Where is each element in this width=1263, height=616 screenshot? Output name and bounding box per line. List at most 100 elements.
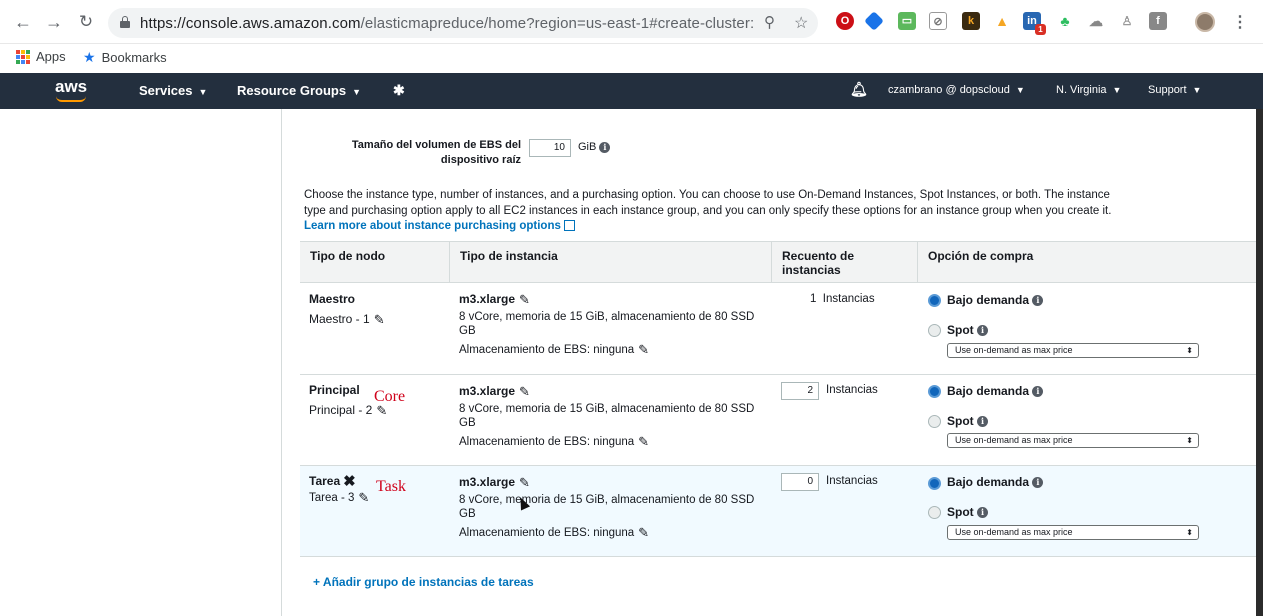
node-name: Tarea bbox=[309, 474, 341, 488]
instance-type: m3.xlarge bbox=[459, 475, 516, 489]
pencil-icon[interactable]: ✎ bbox=[638, 435, 649, 449]
max-price-select[interactable]: Use on-demand as max price ⬍ bbox=[947, 343, 1199, 358]
info-icon[interactable]: i bbox=[1032, 295, 1044, 307]
content-divider bbox=[281, 109, 282, 616]
spot-radio[interactable] bbox=[928, 506, 941, 519]
pencil-icon[interactable]: ✎ bbox=[358, 491, 369, 505]
select-arrows-icon: ⬍ bbox=[1186, 436, 1193, 445]
bookmark-star-icon[interactable]: ☆ bbox=[794, 13, 808, 33]
instance-desc: 8 vCore, memoria de 15 GiB, almacenamien… bbox=[459, 403, 755, 429]
ebs-storage: Almacenamiento de EBS: ninguna bbox=[459, 436, 635, 449]
region-menu[interactable]: N. Virginia ▼ bbox=[1056, 84, 1121, 96]
triangle-extension-icon[interactable]: ▲ bbox=[993, 12, 1011, 30]
max-price-select[interactable]: Use on-demand as max price ⬍ bbox=[947, 433, 1199, 448]
info-icon[interactable]: i bbox=[977, 507, 989, 519]
instance-count-unit: Instancias bbox=[822, 293, 875, 305]
shield-extension-icon[interactable]: ⊘ bbox=[929, 12, 947, 30]
evernote-extension-icon[interactable]: ♣ bbox=[1056, 12, 1074, 30]
services-menu[interactable]: Services ▼ bbox=[139, 83, 207, 98]
browser-menu-icon[interactable]: ⋮ bbox=[1232, 12, 1248, 32]
select-arrows-icon: ⬍ bbox=[1186, 346, 1193, 355]
zoom-icon[interactable]: ⚲ bbox=[764, 13, 775, 31]
spot-radio[interactable] bbox=[928, 415, 941, 428]
resource-groups-menu[interactable]: Resource Groups ▼ bbox=[237, 83, 361, 98]
external-link-icon[interactable] bbox=[563, 220, 575, 232]
core-annotation: Core bbox=[374, 388, 406, 405]
header-node-type: Tipo de nodo bbox=[310, 249, 386, 263]
chevron-down-icon: ▼ bbox=[1015, 85, 1025, 95]
instance-desc: 8 vCore, memoria de 15 GiB, almacenamien… bbox=[459, 494, 755, 520]
opera-extension-icon[interactable]: O bbox=[836, 12, 854, 30]
chevron-down-icon: ▼ bbox=[1112, 85, 1122, 95]
ondemand-radio[interactable] bbox=[928, 477, 941, 490]
bookmarks-bar: Apps ★ Bookmarks bbox=[0, 44, 1263, 73]
info-icon[interactable]: i bbox=[977, 325, 989, 337]
pencil-icon[interactable]: ✎ bbox=[519, 384, 530, 399]
learn-more-link[interactable]: Learn more about instance purchasing opt… bbox=[304, 220, 561, 232]
k-extension-icon[interactable]: k bbox=[962, 12, 980, 30]
bookmarks-folder[interactable]: ★ Bookmarks bbox=[83, 49, 167, 66]
info-icon[interactable]: i bbox=[599, 141, 611, 153]
bell-icon[interactable]: 🔔︎ bbox=[850, 81, 868, 98]
window-edge bbox=[1256, 109, 1263, 616]
instance-count-unit: Instancias bbox=[826, 475, 878, 487]
header-instance-type: Tipo de instancia bbox=[460, 249, 558, 263]
ebs-volume-label: Tamaño del volumen de EBS del dispositiv… bbox=[351, 139, 521, 166]
chevron-down-icon: ▼ bbox=[352, 87, 362, 97]
cloud-extension-icon[interactable]: ☁ bbox=[1087, 12, 1105, 30]
lock-icon bbox=[120, 16, 130, 28]
profile-avatar[interactable] bbox=[1195, 12, 1215, 32]
reload-icon[interactable]: ↻ bbox=[75, 11, 97, 33]
table-row: Tarea ✖ Tarea - 3 ✎ Task m3.xlarge ✎ 8 vCor… bbox=[300, 466, 1256, 557]
forward-arrow-icon[interactable]: → bbox=[43, 11, 65, 33]
inbox-extension-icon[interactable]: ▭ bbox=[898, 12, 916, 30]
address-bar[interactable]: https://console.aws.amazon.com/elasticma… bbox=[108, 8, 818, 38]
node-sub-label: Tarea - 3 bbox=[309, 492, 355, 505]
ondemand-radio[interactable] bbox=[928, 385, 941, 398]
pin-icon[interactable]: ✱ bbox=[393, 82, 405, 99]
table-row: Principal Principal - 2 ✎ Core m3.xlarge ✎… bbox=[300, 375, 1256, 466]
info-icon[interactable]: i bbox=[1032, 477, 1044, 489]
diamond-extension-icon[interactable] bbox=[864, 11, 884, 31]
back-arrow-icon[interactable]: ← bbox=[12, 11, 34, 33]
node-name: Maestro bbox=[309, 292, 356, 306]
node-sub-label: Principal - 2 bbox=[309, 403, 373, 417]
select-arrows-icon: ⬍ bbox=[1186, 528, 1193, 537]
instance-count-input[interactable]: 2 bbox=[781, 382, 819, 400]
max-price-select[interactable]: Use on-demand as max price ⬍ bbox=[947, 525, 1199, 540]
header-purchase-option: Opción de compra bbox=[928, 249, 1034, 263]
task-annotation: Task bbox=[376, 478, 406, 495]
star-icon: ★ bbox=[83, 49, 96, 65]
aws-smile-icon bbox=[56, 96, 86, 102]
spot-label: Spot bbox=[947, 505, 974, 519]
ondemand-label: Bajo demanda bbox=[947, 384, 1030, 398]
apps-bookmark[interactable]: Apps bbox=[16, 49, 66, 64]
ondemand-label: Bajo demanda bbox=[947, 475, 1030, 489]
apps-grid-icon bbox=[16, 49, 30, 64]
url-text[interactable]: https://console.aws.amazon.com/elasticma… bbox=[140, 15, 754, 32]
remove-group-icon[interactable]: ✖ bbox=[343, 474, 356, 489]
pencil-icon[interactable]: ✎ bbox=[638, 343, 649, 357]
puzzle-extension-icon[interactable]: ♙ bbox=[1118, 12, 1136, 30]
instance-desc: 8 vCore, memoria de 15 GiB, almacenamien… bbox=[459, 311, 755, 337]
instance-count-input[interactable]: 0 bbox=[781, 473, 819, 491]
spot-radio[interactable] bbox=[928, 324, 941, 337]
pencil-icon[interactable]: ✎ bbox=[374, 312, 385, 327]
pencil-icon[interactable]: ✎ bbox=[519, 475, 530, 490]
browser-toolbar: ← → ↻ https://console.aws.amazon.com/ela… bbox=[0, 0, 1263, 44]
support-menu[interactable]: Support ▼ bbox=[1148, 84, 1201, 96]
ondemand-radio[interactable] bbox=[928, 294, 941, 307]
table-row: Maestro Maestro - 1 ✎ m3.xlarge ✎ 8 vCore,… bbox=[300, 283, 1256, 375]
aws-logo[interactable]: aws bbox=[55, 77, 87, 97]
info-icon[interactable]: i bbox=[1032, 386, 1044, 398]
user-menu[interactable]: czambrano @ dopscloud ▼ bbox=[888, 84, 1025, 96]
instance-count: 1 bbox=[810, 293, 817, 305]
node-sub-label: Maestro - 1 bbox=[309, 312, 370, 326]
info-icon[interactable]: i bbox=[977, 416, 989, 428]
facebook-extension-icon[interactable]: f bbox=[1149, 12, 1167, 30]
pencil-icon[interactable]: ✎ bbox=[519, 292, 530, 307]
ebs-volume-input[interactable]: 10 bbox=[529, 139, 571, 157]
add-task-group-link[interactable]: + Añadir grupo de instancias de tareas bbox=[313, 575, 534, 589]
chevron-down-icon: ▼ bbox=[1192, 85, 1202, 95]
pencil-icon[interactable]: ✎ bbox=[638, 526, 649, 540]
